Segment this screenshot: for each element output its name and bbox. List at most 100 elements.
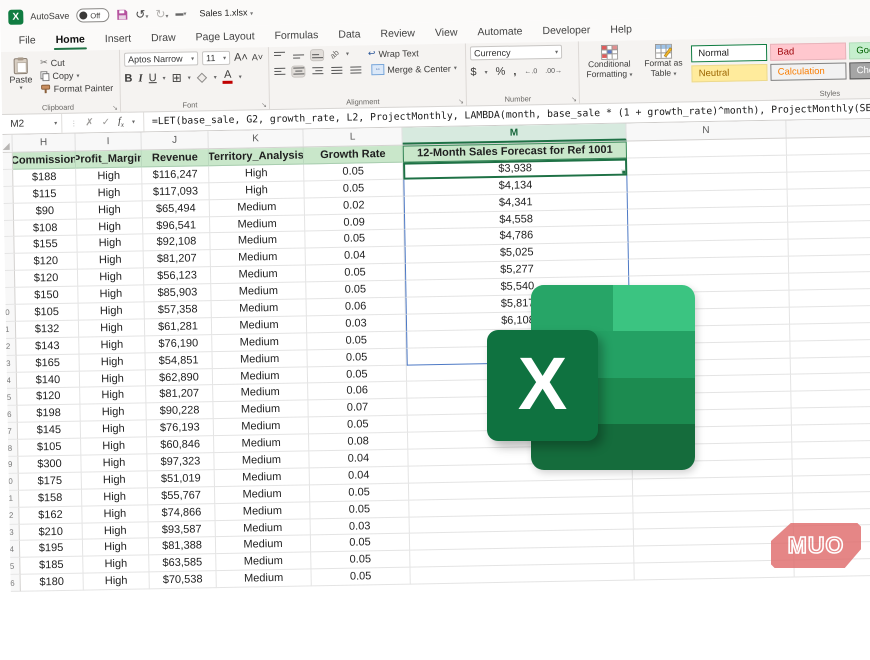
cell[interactable] (789, 253, 870, 273)
tab-developer[interactable]: Developer (532, 21, 600, 42)
cell[interactable]: High (81, 454, 147, 472)
number-format-select[interactable]: Currency▾ (470, 45, 562, 61)
cell[interactable]: 0.09 (305, 213, 404, 232)
cell[interactable] (788, 219, 870, 239)
row-header[interactable]: 14 (7, 372, 17, 389)
tab-data[interactable]: Data (328, 25, 371, 46)
enter-icon[interactable]: ✓ (102, 117, 111, 128)
cell[interactable]: $120 (15, 270, 78, 288)
cell[interactable]: 0.04 (310, 467, 409, 486)
row-header[interactable]: 24 (10, 541, 20, 558)
row-header[interactable]: 3 (3, 187, 13, 204)
cell[interactable]: $105 (16, 304, 79, 322)
row-header[interactable]: 8 (5, 271, 15, 288)
cell[interactable] (788, 186, 870, 206)
cell[interactable]: $92,108 (143, 234, 210, 252)
fill-handle[interactable] (621, 169, 627, 175)
font-size-select[interactable]: 11▾ (202, 51, 230, 66)
cell[interactable]: 0.04 (309, 450, 408, 469)
cell[interactable] (793, 490, 870, 510)
row-header[interactable]: 7 (5, 254, 15, 271)
cell[interactable]: 0.07 (308, 399, 407, 418)
cell[interactable]: Medium (215, 468, 310, 487)
cell[interactable]: Medium (215, 502, 310, 521)
orientation-icon[interactable]: ab (328, 48, 341, 61)
cell[interactable]: $97,323 (147, 453, 214, 471)
cell[interactable]: $60,846 (147, 436, 214, 454)
cell[interactable]: Medium (210, 198, 305, 217)
cell[interactable]: $70,538 (150, 571, 217, 589)
cell[interactable]: High (83, 522, 149, 540)
row-header[interactable]: 9 (5, 288, 15, 305)
cell[interactable]: Medium (212, 350, 307, 369)
cell[interactable]: Medium (214, 418, 309, 437)
cell[interactable] (787, 135, 870, 155)
row-header[interactable]: 21 (9, 491, 19, 508)
cell[interactable]: $162 (19, 506, 82, 524)
cell[interactable]: $62,890 (146, 369, 213, 387)
tab-view[interactable]: View (425, 23, 468, 44)
decrease-indent-icon[interactable] (330, 65, 342, 75)
underline-button[interactable]: U (149, 72, 157, 84)
cell-style-calculation[interactable]: Calculation (771, 62, 847, 80)
cell[interactable]: 0.05 (311, 568, 410, 587)
select-all-corner[interactable] (2, 135, 12, 152)
column-header-L[interactable]: L (303, 128, 402, 147)
cell[interactable]: $117,093 (142, 183, 209, 201)
cell[interactable]: 0.03 (307, 315, 406, 334)
cell[interactable]: $116,247 (142, 166, 209, 184)
cell[interactable]: $76,190 (145, 335, 212, 353)
cell[interactable]: 0.05 (311, 551, 410, 570)
cell[interactable]: $108 (14, 219, 77, 237)
cell[interactable]: Medium (214, 435, 309, 454)
decrease-decimal-icon[interactable]: .00→ (545, 67, 562, 74)
cell[interactable]: 0.06 (307, 298, 406, 317)
cell[interactable]: High (79, 302, 145, 320)
cell[interactable]: Medium (213, 401, 308, 420)
paste-button[interactable]: Paste▾ (9, 54, 33, 91)
grow-font-button[interactable]: A˄ (234, 51, 248, 63)
cell[interactable]: $57,358 (145, 301, 212, 319)
row-header[interactable]: 15 (7, 389, 17, 406)
row-header[interactable]: 12 (6, 339, 16, 356)
cell[interactable]: Medium (216, 553, 311, 572)
cell[interactable] (788, 203, 870, 223)
fill-color-icon[interactable] (197, 72, 208, 83)
cell-style-good[interactable]: Good (849, 41, 870, 59)
cell[interactable]: Medium (212, 316, 307, 335)
cell-style-normal[interactable]: Normal (691, 44, 767, 62)
cell[interactable]: $180 (21, 574, 84, 592)
tab-review[interactable]: Review (370, 24, 425, 45)
cell[interactable]: $93,587 (149, 521, 216, 539)
cell[interactable]: 0.05 (311, 534, 410, 553)
row-header[interactable]: 26 (11, 575, 21, 592)
cell[interactable]: $51,019 (148, 470, 215, 488)
cell[interactable]: $76,193 (147, 419, 214, 437)
row-header[interactable]: 22 (9, 507, 19, 524)
row-header[interactable]: 1 (3, 153, 13, 170)
cell[interactable]: 0.05 (304, 179, 403, 198)
cell[interactable]: $115 (13, 185, 76, 203)
row-header[interactable]: 5 (4, 220, 14, 237)
align-bottom-icon[interactable] (311, 50, 323, 60)
row-header[interactable]: 2 (3, 170, 13, 187)
cell[interactable]: High (82, 471, 148, 489)
cell[interactable] (793, 456, 870, 476)
percent-format-icon[interactable]: % (495, 66, 505, 78)
cell[interactable]: 0.05 (308, 365, 407, 384)
tab-draw[interactable]: Draw (141, 29, 186, 50)
cell[interactable]: Medium (212, 333, 307, 352)
column-header-N[interactable]: N (626, 121, 786, 141)
cell[interactable]: Medium (213, 367, 308, 386)
cell[interactable]: High (209, 181, 304, 200)
tab-help[interactable]: Help (600, 20, 642, 41)
cell[interactable]: $96,541 (143, 217, 210, 235)
cell[interactable] (787, 169, 870, 189)
cell[interactable]: $55,767 (148, 487, 215, 505)
cell[interactable]: $90 (14, 202, 77, 220)
cell[interactable]: High (79, 336, 145, 354)
cell[interactable]: High (83, 539, 149, 557)
cell[interactable]: 0.02 (305, 196, 404, 215)
cell[interactable]: 0.05 (310, 483, 409, 502)
cell[interactable]: $120 (15, 253, 78, 271)
